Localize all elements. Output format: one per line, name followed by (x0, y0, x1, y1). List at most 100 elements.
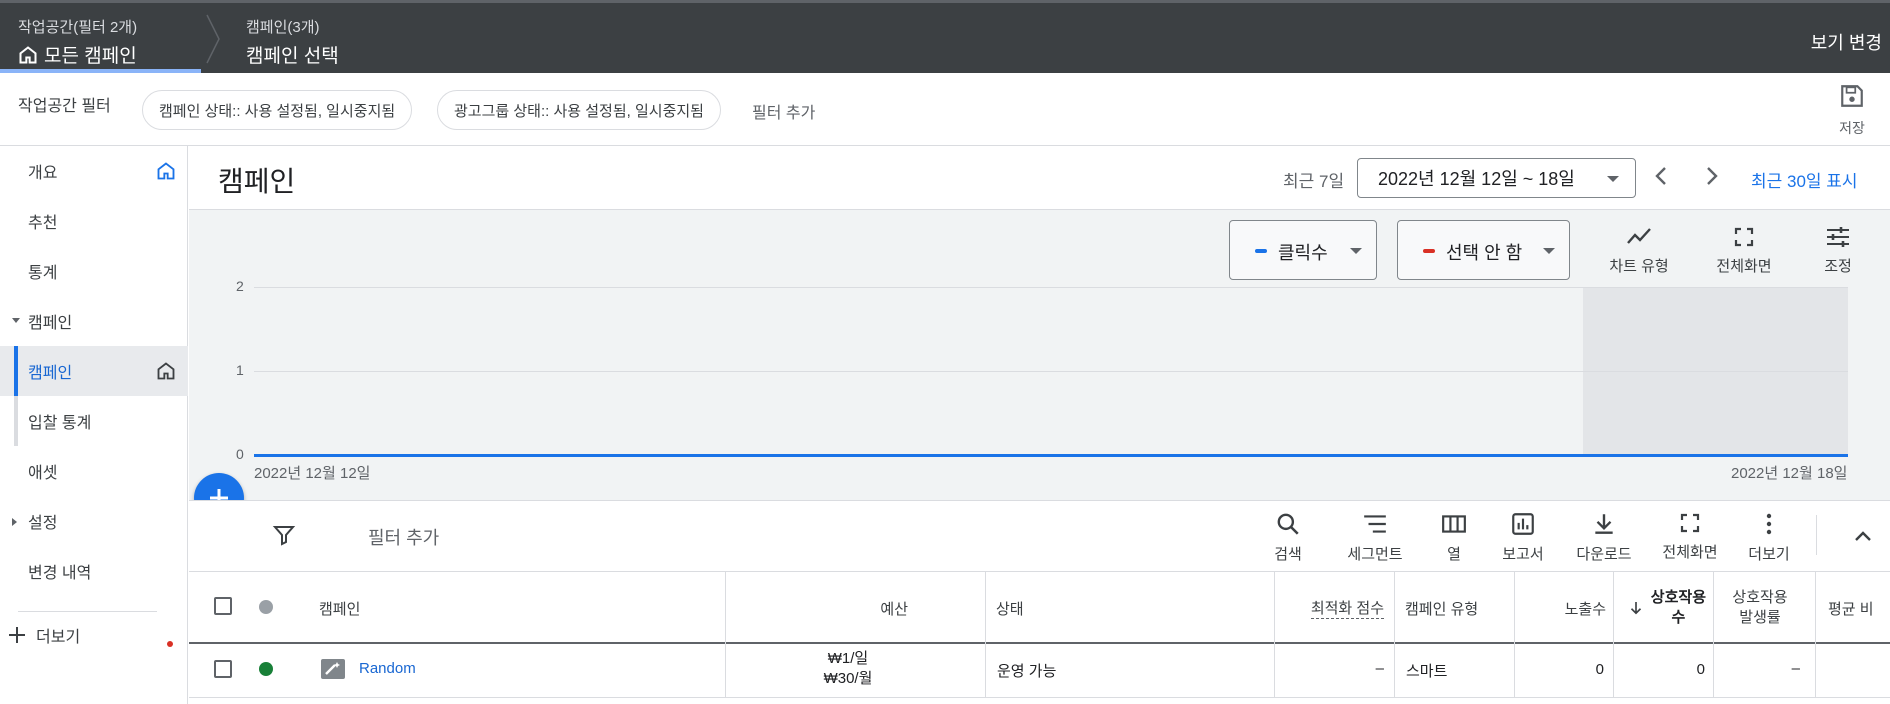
table-download-button[interactable]: 다운로드 (1574, 511, 1634, 564)
page-title: 캠페인 (218, 166, 296, 197)
fullscreen-icon (1734, 227, 1754, 247)
campaign-selector[interactable]: 캠페인(3개) 캠페인 선택 (246, 16, 339, 68)
workspace-label: 모든 캠페인 (44, 46, 137, 67)
segment-icon (1364, 515, 1386, 533)
column-header-average[interactable]: 평균 비 (1828, 572, 1874, 644)
campaign-name-link[interactable]: Random (359, 660, 416, 677)
column-divider (1713, 572, 1714, 698)
interaction-rate-label-2: 발생률 (1739, 609, 1781, 626)
sidebar-nav: 개요 추천 통계 캠페인 캠페인 입찰 통계 애셋 설정 변경 내역 더보기 (0, 146, 188, 704)
save-button[interactable]: 저장 (1832, 83, 1872, 138)
sidebar-item-recommendations[interactable]: 추천 (0, 196, 188, 246)
column-header-interaction-rate[interactable]: 상호작용 발생률 (1714, 572, 1806, 644)
chevron-up-icon[interactable] (1851, 524, 1875, 548)
sidebar-item-label: 설정 (28, 515, 58, 532)
chevron-right-icon[interactable] (1699, 164, 1723, 188)
metric2-color-swatch (1423, 249, 1435, 253)
dropdown-icon (1607, 176, 1619, 182)
sidebar-item-change-history[interactable]: 변경 내역 (0, 546, 188, 596)
status-dot-enabled[interactable] (259, 662, 273, 676)
chart-adjust-button[interactable]: 조정 (1816, 225, 1860, 276)
chart-line-icon (1627, 228, 1651, 244)
interaction-rate-label-1: 상호작용 (1732, 589, 1788, 606)
table-segment-button[interactable]: 세그먼트 (1344, 511, 1406, 564)
chevron-left-icon[interactable] (1650, 164, 1674, 188)
more-vert-icon (1766, 513, 1772, 535)
column-header-campaign-type[interactable]: 캠페인 유형 (1405, 572, 1478, 644)
date-range-value: 2022년 12월 12일 ~ 18일 (1378, 169, 1575, 189)
campaign-status-filter-chip[interactable]: 캠페인 상태:: 사용 설정됨, 일시중지됨 (142, 90, 413, 130)
workspace-selector[interactable]: 작업공간(필터 2개) 모든 캠페인 (18, 16, 137, 68)
sidebar-more-button[interactable]: 더보기 (8, 623, 80, 647)
table-search-button[interactable]: 검색 (1266, 511, 1310, 564)
interactions-label-1: 상호작용 (1650, 589, 1706, 606)
chart-type-button[interactable]: 차트 유형 (1604, 225, 1674, 276)
sidebar-item-label: 캠페인 (28, 365, 73, 382)
sidebar-item-label: 입찰 통계 (28, 415, 92, 432)
metric1-color-swatch (1255, 249, 1267, 253)
fullscreen-label: 전체화면 (1662, 544, 1718, 561)
sidebar-item-label: 변경 내역 (28, 565, 92, 582)
date-range-picker[interactable]: 2022년 12월 12일 ~ 18일 (1357, 158, 1636, 198)
table-fullscreen-button[interactable]: 전체화면 (1660, 511, 1720, 562)
column-header-status[interactable]: 상태 (996, 572, 1024, 644)
sidebar-group-settings[interactable]: 설정 (0, 496, 188, 546)
column-divider (725, 572, 726, 698)
table-more-button[interactable]: 더보기 (1746, 511, 1792, 564)
opt-score-label: 최적화 점수 (1310, 597, 1384, 619)
column-header-campaign[interactable]: 캠페인 (319, 572, 360, 644)
date-preset-label: 최근 7일 (1283, 172, 1345, 191)
column-header-budget[interactable]: 예산 (726, 572, 908, 644)
sidebar-group-campaigns[interactable]: 캠페인 (0, 296, 188, 346)
column-header-impressions[interactable]: 노출수 (1515, 572, 1606, 644)
column-header-interactions[interactable]: 상호작용 수 (1616, 572, 1706, 644)
column-header-opt-score[interactable]: 최적화 점수 (1276, 572, 1384, 644)
adgroup-status-filter-chip[interactable]: 광고그룹 상태:: 사용 설정됨, 일시중지됨 (437, 90, 721, 130)
plus-icon (9, 627, 25, 643)
select-all-checkbox[interactable] (214, 597, 232, 615)
sidebar-item-auction-insights[interactable]: 입찰 통계 (0, 396, 188, 446)
sort-down-icon (1630, 602, 1641, 615)
y-tick-label: 1 (236, 362, 244, 378)
y-tick-label: 0 (236, 446, 244, 462)
table-columns-button[interactable]: 열 (1439, 511, 1469, 564)
y-tick-label: 2 (236, 278, 244, 294)
breadcrumb-separator-icon (206, 14, 220, 64)
column-divider (1514, 572, 1515, 698)
impressions-cell: 0 (1595, 661, 1604, 678)
metric2-selector[interactable]: 선택 안 함 (1397, 220, 1570, 280)
chart-fullscreen-button[interactable]: 전체화면 (1709, 225, 1779, 276)
status-dot-header (259, 600, 273, 614)
reports-label: 보고서 (1502, 546, 1544, 563)
columns-icon (1442, 515, 1466, 533)
home-icon (157, 162, 175, 180)
collapse-icon (12, 518, 17, 526)
table-add-filter[interactable]: 필터 추가 (368, 524, 439, 550)
sidebar-divider (18, 611, 157, 612)
metric2-label: 선택 안 함 (1446, 243, 1523, 263)
subnav-indicator (14, 396, 18, 446)
sidebar-item-label: 추천 (28, 215, 58, 232)
filter-icon[interactable] (272, 523, 296, 547)
home-icon (157, 362, 175, 380)
sidebar-item-assets[interactable]: 애셋 (0, 446, 188, 496)
home-icon (19, 45, 37, 63)
sidebar-item-overview[interactable]: 개요 (0, 146, 188, 196)
budget-cell: ₩1/일 ₩30/월 (800, 649, 896, 689)
add-filter-link[interactable]: 필터 추가 (752, 99, 815, 123)
workspace-filter-bar: 작업공간 필터 캠페인 상태:: 사용 설정됨, 일시중지됨 광고그룹 상태::… (0, 73, 1890, 146)
x-tick-label-end: 2022년 12월 18일 (1731, 465, 1848, 482)
sidebar-item-campaigns[interactable]: 캠페인 (0, 346, 188, 396)
row-checkbox[interactable] (214, 660, 232, 678)
sidebar-item-label: 캠페인 (28, 315, 73, 332)
chart-type-label: 차트 유형 (1609, 258, 1669, 275)
column-divider (1394, 572, 1395, 698)
show-30-days-link[interactable]: 최근 30일 표시 (1751, 167, 1858, 192)
workspace-filter-label: 작업공간 필터 (18, 98, 111, 115)
sidebar-item-insights[interactable]: 통계 (0, 246, 188, 296)
metric1-selector[interactable]: 클릭수 (1229, 220, 1377, 280)
table-reports-button[interactable]: 보고서 (1500, 511, 1546, 564)
view-change-button[interactable]: 보기 변경 (1811, 29, 1882, 55)
interaction-rate-cell: – (1791, 660, 1800, 677)
campaign-type-cell: 스마트 (1406, 663, 1448, 680)
